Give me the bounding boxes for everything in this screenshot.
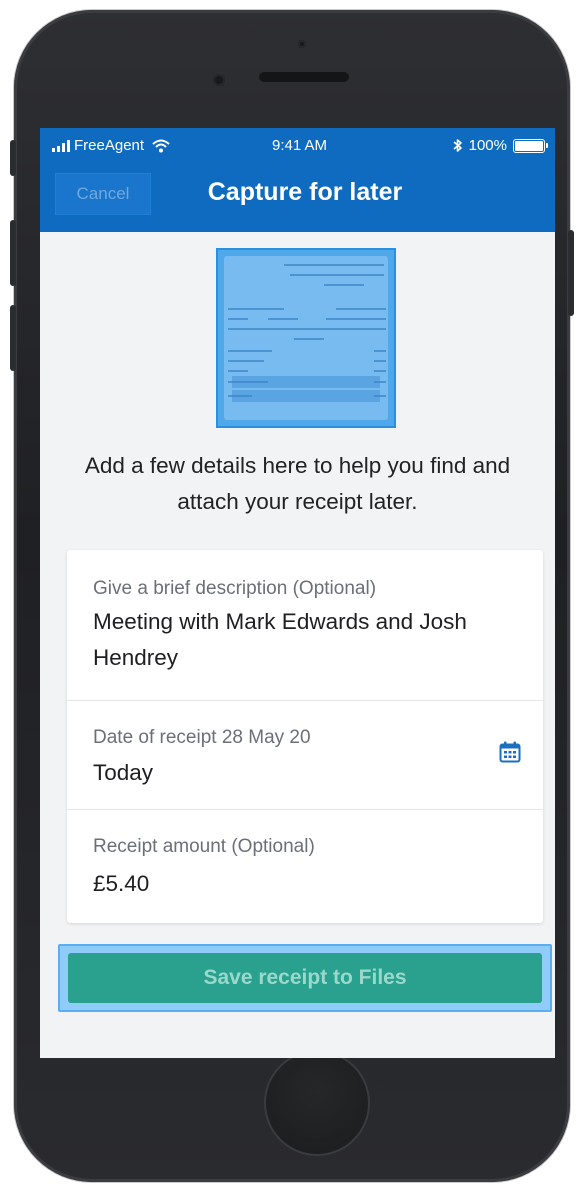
carrier-name: FreeAgent <box>74 137 145 154</box>
calendar-icon[interactable] <box>499 741 521 763</box>
page-title: Capture for later <box>207 178 403 206</box>
volume-down-button <box>10 305 16 371</box>
power-button <box>568 230 574 316</box>
earpiece-speaker <box>259 72 349 82</box>
amount-label: Receipt amount (Optional) <box>93 836 315 857</box>
camera-dot <box>298 40 306 48</box>
save-button-focus-ring: Save receipt to Files <box>58 944 552 1012</box>
signal-icon <box>52 139 70 152</box>
status-bar: FreeAgent 9:41 AM 100% <box>40 128 555 166</box>
home-button[interactable] <box>264 1050 370 1156</box>
amount-input[interactable]: £5.40 <box>93 866 513 902</box>
mute-switch <box>10 140 16 176</box>
navigation-bar: FreeAgent 9:41 AM 100% Cancel Capture fo… <box>40 128 555 232</box>
amount-field[interactable]: Receipt amount (Optional) £5.40 <box>67 809 543 923</box>
date-label: Date of receipt 28 May 20 <box>93 727 311 748</box>
battery-icon <box>513 138 548 153</box>
wifi-icon <box>152 139 170 153</box>
front-camera <box>213 74 225 86</box>
volume-up-button <box>10 220 16 286</box>
save-receipt-button[interactable]: Save receipt to Files <box>68 953 542 1003</box>
bluetooth-icon <box>453 138 463 153</box>
description-field[interactable]: Give a brief description (Optional) Meet… <box>67 550 543 700</box>
app-screen: FreeAgent 9:41 AM 100% Cancel Capture fo… <box>40 128 555 1058</box>
description-input[interactable]: Meeting with Mark Edwards and Josh Hendr… <box>93 604 513 676</box>
intro-text: Add a few details here to help you find … <box>84 453 511 514</box>
date-value[interactable]: Today <box>93 755 513 791</box>
battery-percentage: 100% <box>468 137 507 154</box>
cancel-button[interactable]: Cancel <box>55 173 151 215</box>
status-time: 9:41 AM <box>272 137 328 154</box>
receipt-details-form: Give a brief description (Optional) Meet… <box>67 550 543 923</box>
date-field[interactable]: Date of receipt 28 May 20 Today <box>67 700 543 809</box>
receipt-thumbnail[interactable] <box>216 248 396 428</box>
description-label: Give a brief description (Optional) <box>93 578 377 599</box>
